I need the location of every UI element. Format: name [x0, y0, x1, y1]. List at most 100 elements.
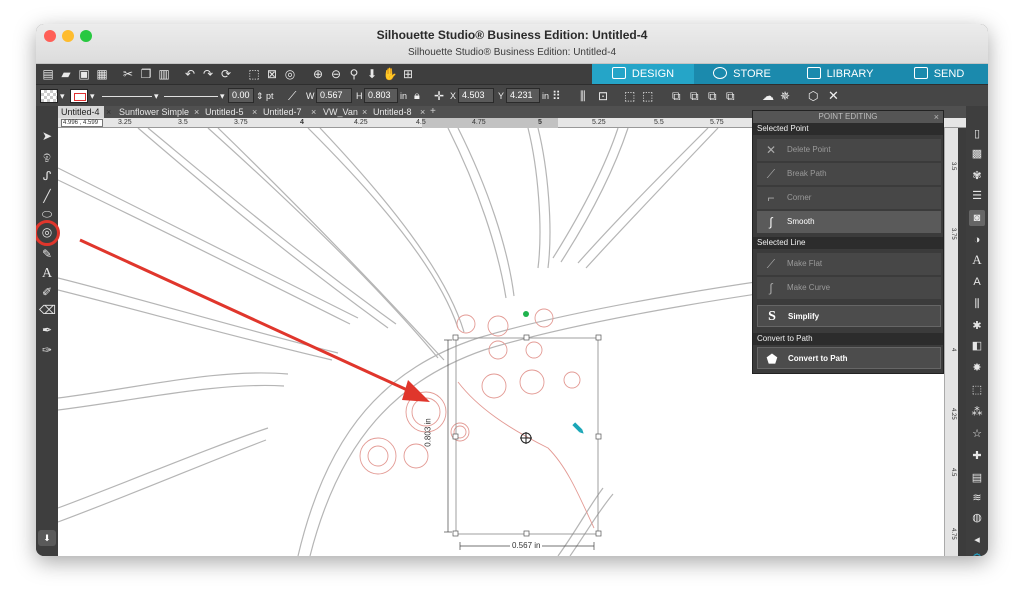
fill-dropdown-icon[interactable]: ▾	[60, 88, 65, 104]
star-icon[interactable]: ☆	[969, 426, 985, 442]
line-style-icon[interactable]: ☰	[969, 188, 985, 204]
text-style-icon[interactable]: A	[969, 252, 985, 268]
3d-box-icon[interactable]: ⬡	[808, 88, 818, 104]
delete-point-button[interactable]: ✕ Delete Point	[757, 139, 941, 161]
line-style-dropdown-icon[interactable]: ▾	[154, 88, 159, 104]
line-weight-preview[interactable]	[164, 96, 218, 97]
copy-icon[interactable]: ❐	[138, 66, 154, 82]
layers-icon[interactable]: ▤	[969, 470, 985, 486]
tab-sunflower-simple[interactable]: Sunflower Simple	[116, 106, 192, 118]
y-position-input[interactable]: 4.231	[506, 88, 540, 103]
lasso-icon[interactable]: ඉ	[39, 148, 55, 164]
open-folder-icon[interactable]: ▰	[58, 66, 74, 82]
tab-untitled-4[interactable]: Untitled-4	[58, 106, 104, 118]
x-position-input[interactable]: 4.503	[458, 88, 494, 103]
height-input[interactable]: 0.803	[364, 88, 398, 103]
zoom-in-icon[interactable]: ⊕	[310, 66, 326, 82]
zoom-out-icon[interactable]: ⊖	[328, 66, 344, 82]
break-path-button[interactable]: ⟋ Break Path	[757, 163, 941, 185]
select-arrow-icon[interactable]: ➤	[39, 128, 55, 144]
knife-icon[interactable]: ✐	[39, 284, 55, 300]
ungroup-icon[interactable]: ⬚	[642, 88, 653, 104]
tab-close-icon[interactable]: ×	[106, 106, 111, 118]
settings-gear-icon[interactable]: ⚙	[969, 550, 985, 556]
redo-icon[interactable]: ↷	[200, 66, 216, 82]
fit-to-page-icon[interactable]: ⊞	[400, 66, 416, 82]
puzzle-icon[interactable]: ✚	[969, 448, 985, 464]
tab-library[interactable]: LIBRARY	[790, 64, 890, 84]
hand-pan-icon[interactable]: ✋	[382, 66, 398, 82]
width-input[interactable]: 0.567	[316, 88, 352, 103]
new-file-icon[interactable]: ▤	[40, 66, 56, 82]
align-panel-icon[interactable]: ⫼	[969, 296, 985, 312]
bring-to-front-icon[interactable]: ⧉	[672, 88, 681, 104]
tab-store[interactable]: STORE	[694, 64, 790, 84]
lock-aspect-icon[interactable]: 🔒︎	[414, 88, 420, 104]
zoom-selection-icon[interactable]: ⚲	[346, 66, 362, 82]
deselect-icon[interactable]: ⊠	[264, 66, 280, 82]
line-style-preview[interactable]	[102, 96, 152, 97]
group-icon[interactable]: ⬚	[624, 88, 635, 104]
transparency-icon[interactable]: ◑	[969, 232, 985, 248]
offset-icon[interactable]: ✸	[969, 360, 985, 376]
tab-close-icon[interactable]: ×	[362, 106, 367, 118]
reference-point-icon[interactable]: ⠿	[552, 88, 561, 104]
send-backward-icon[interactable]: ⧉	[726, 88, 735, 104]
tab-vw-van[interactable]: VW_Van	[320, 106, 362, 118]
library-panel-icon[interactable]: ◍	[969, 510, 985, 526]
pixscan-icon[interactable]: ▩	[969, 146, 985, 162]
tab-close-icon[interactable]: ×	[194, 106, 199, 118]
point-editing-icon[interactable]: ◙	[969, 210, 985, 226]
eraser-icon[interactable]: ⌫	[39, 302, 56, 318]
text-tool-icon[interactable]: A	[39, 266, 55, 282]
move-down-icon[interactable]: ⬇	[364, 66, 380, 82]
refresh-icon[interactable]: ⟳	[218, 66, 234, 82]
rhinestone-icon[interactable]: ✵	[780, 88, 790, 104]
line-tool-icon[interactable]: ╱	[39, 188, 55, 204]
simplify-button[interactable]: S Simplify	[757, 305, 941, 327]
line-width-input[interactable]: 0.00	[228, 88, 254, 103]
point-edit-icon[interactable]: ᔑ	[39, 168, 55, 184]
panel-close-icon[interactable]: ×	[934, 111, 939, 123]
page-setup-icon[interactable]: ▯	[969, 126, 985, 142]
line-width-stepper[interactable]: ⇕	[256, 88, 264, 104]
collapse-panel-icon[interactable]: ◂	[969, 532, 985, 548]
tab-close-icon[interactable]: ×	[420, 106, 425, 118]
convert-to-path-button[interactable]: ⬟ Convert to Path	[757, 347, 941, 369]
import-button[interactable]: ⬇	[38, 530, 56, 546]
close-icon[interactable]: ✕	[828, 88, 839, 104]
corner-button[interactable]: ⌐ Corner	[757, 187, 941, 209]
sketch-icon[interactable]: ≋	[969, 490, 985, 506]
center-to-page-icon[interactable]: ⊡	[598, 88, 608, 104]
print-icon[interactable]: ▦	[94, 66, 110, 82]
select-all-icon[interactable]: ⬚	[246, 66, 262, 82]
tab-close-icon[interactable]: ×	[252, 106, 257, 118]
trace-icon[interactable]: ☁	[762, 88, 774, 104]
tab-design[interactable]: DESIGN	[592, 64, 694, 84]
fill-color-swatch[interactable]	[40, 89, 58, 103]
undo-icon[interactable]: ↶	[182, 66, 198, 82]
line-color-swatch[interactable]	[70, 89, 88, 103]
line-weight-dropdown-icon[interactable]: ▾	[220, 88, 225, 104]
bring-forward-icon[interactable]: ⧉	[708, 88, 717, 104]
add-tab-button[interactable]: +	[430, 106, 436, 118]
eyedropper-icon[interactable]: ✒	[39, 322, 55, 338]
save-icon[interactable]: ▣	[76, 66, 92, 82]
pen-draw-icon[interactable]: ✎	[39, 246, 55, 262]
tab-close-icon[interactable]: ×	[311, 106, 316, 118]
tab-untitled-8[interactable]: Untitled-8	[370, 106, 420, 118]
color-dropper-icon[interactable]: ✑	[39, 342, 55, 358]
make-curve-button[interactable]: ∫ Make Curve	[757, 277, 941, 299]
replicate-icon[interactable]: ✱	[969, 318, 985, 334]
line-color-dropdown-icon[interactable]: ▾	[90, 88, 95, 104]
make-flat-button[interactable]: ⟋ Make Flat	[757, 253, 941, 275]
fill-palette-icon[interactable]: ✾	[969, 168, 985, 184]
tab-untitled-7[interactable]: Untitled-7	[260, 106, 310, 118]
send-to-back-icon[interactable]: ⧉	[690, 88, 699, 104]
modify-icon[interactable]: ◧	[969, 338, 985, 354]
tab-untitled-5[interactable]: Untitled-5	[202, 106, 252, 118]
rhinestone-panel-icon[interactable]: ⁂	[969, 404, 985, 420]
align-icon[interactable]: ⫼	[580, 88, 586, 104]
tab-send[interactable]: SEND	[890, 64, 988, 84]
smooth-button[interactable]: ∫ Smooth	[757, 211, 941, 233]
